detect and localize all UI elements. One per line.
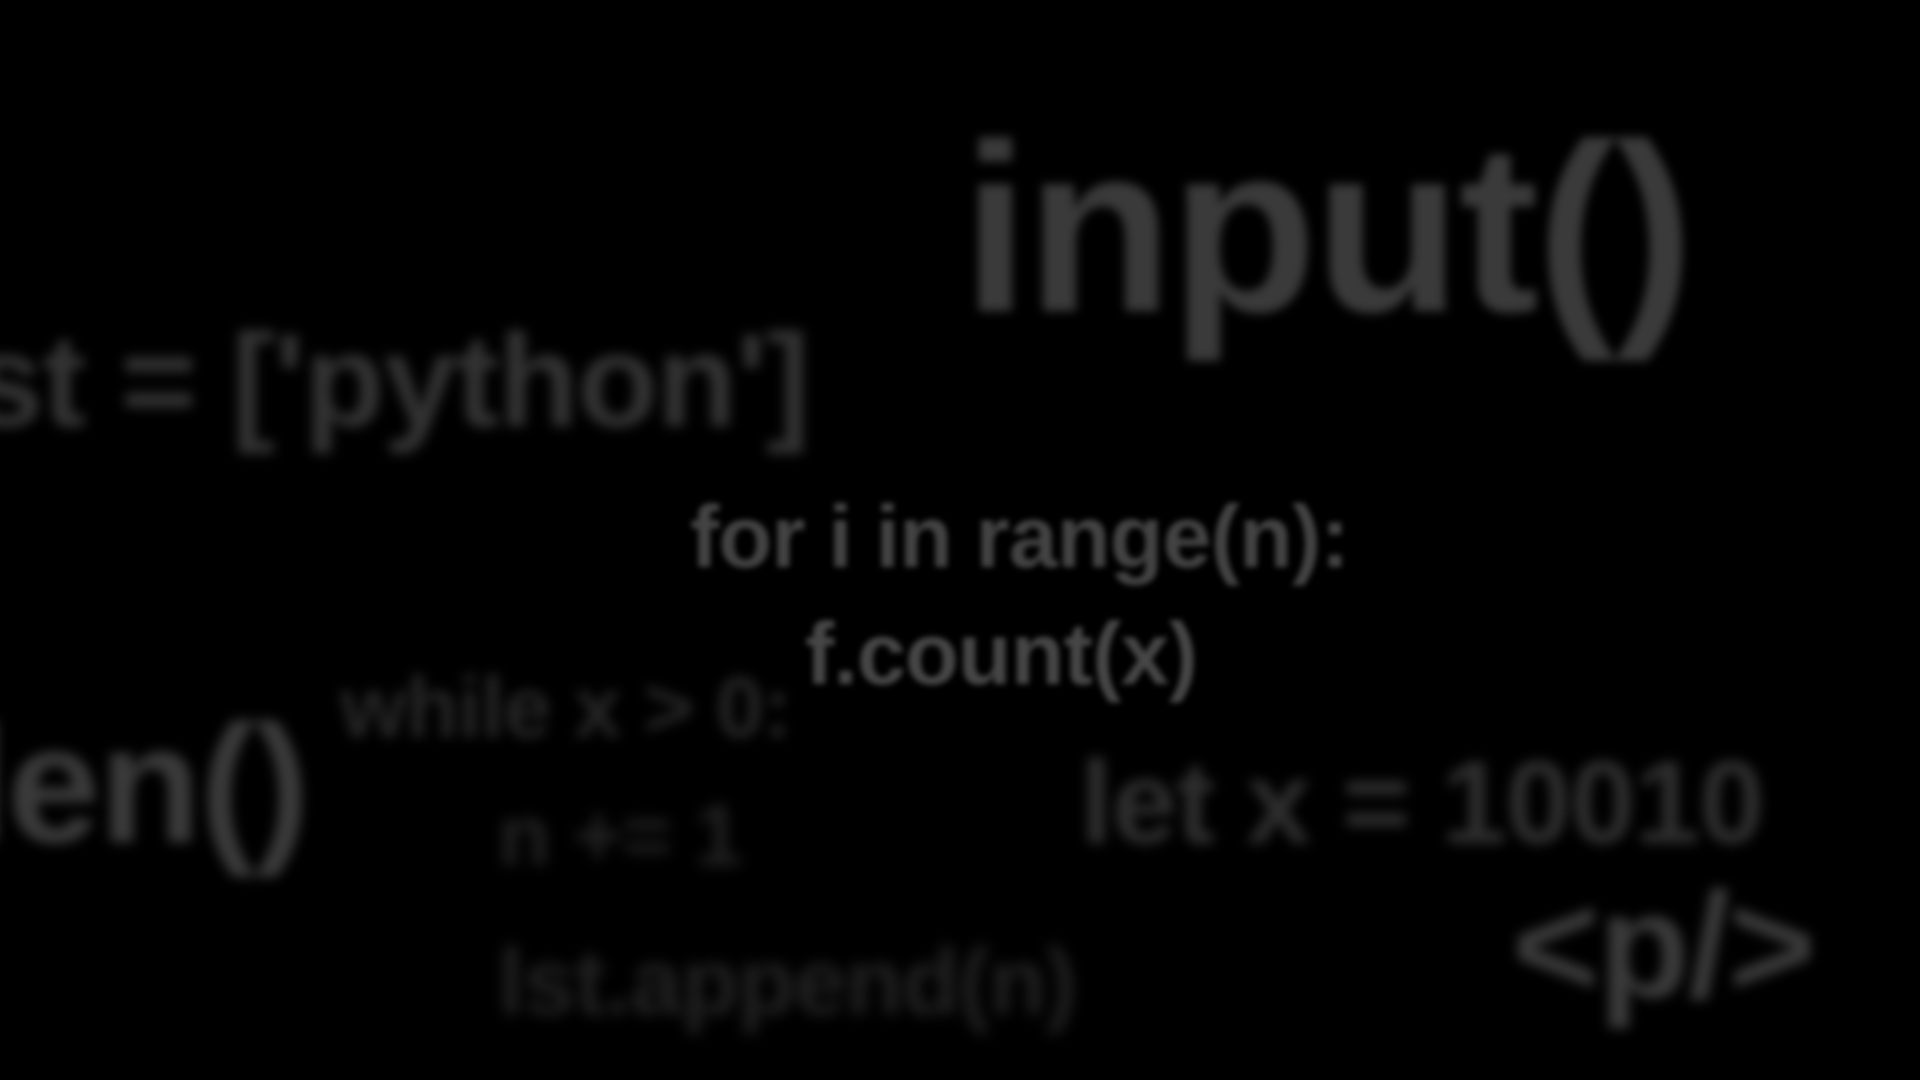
code-fragment-increment: n += 1 bbox=[498, 788, 742, 884]
code-fragment-for: for i in range(n): bbox=[690, 487, 1350, 586]
code-fragment-while: while x > 0: bbox=[340, 660, 792, 756]
code-fragment-append: lst.append(n) bbox=[498, 929, 1077, 1034]
code-background: while x > 0: n += 1 lst.append(n) let x … bbox=[0, 0, 1920, 1080]
code-fragment-let: let x = 10010 bbox=[1080, 737, 1765, 869]
code-fragment-len: len() bbox=[0, 690, 310, 878]
code-fragment-count: f.count(x) bbox=[805, 604, 1198, 703]
code-fragment-input: input() bbox=[962, 94, 1694, 362]
code-fragment-p-tag: <p/> bbox=[1512, 861, 1816, 1029]
code-fragment-list: st = ['python'] bbox=[0, 307, 810, 454]
